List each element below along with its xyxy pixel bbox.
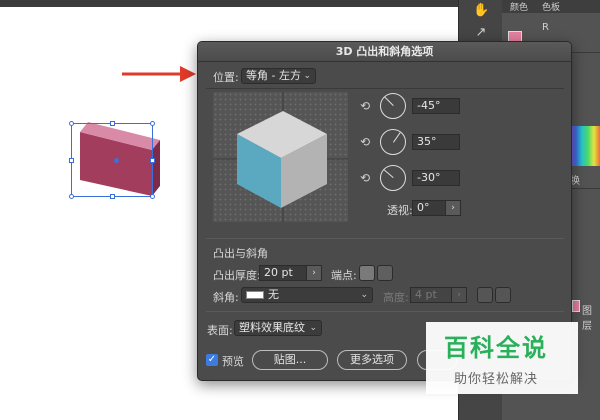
rotate-y-dial[interactable] <box>380 129 406 155</box>
cube-track-icon[interactable] <box>213 92 348 222</box>
resize-handle[interactable] <box>110 121 115 126</box>
dialog-title: 3D 凸出和斜角选项 <box>198 42 571 62</box>
rotate-z-field[interactable]: -30° <box>412 170 460 186</box>
resize-handle[interactable] <box>150 194 155 199</box>
surface-label: 表面: <box>207 324 233 337</box>
divider <box>206 238 564 239</box>
resize-handle[interactable] <box>110 194 115 199</box>
layer-color-swatch <box>572 300 580 312</box>
rotate-x-icon: ⟲ <box>359 99 371 113</box>
bevel-out-button[interactable] <box>477 287 493 303</box>
cap-on-button[interactable] <box>359 265 375 281</box>
bevel-in-button[interactable] <box>495 287 511 303</box>
resize-handle[interactable] <box>150 158 155 163</box>
color-panel-tabs: 颜色 色板 <box>502 0 600 13</box>
preview-label: 预览 <box>222 355 244 368</box>
chevron-down-icon: ⌄ <box>303 71 311 81</box>
rotate-y-icon: ⟲ <box>359 135 371 149</box>
tab-color[interactable]: 颜色 <box>510 0 528 13</box>
rotate-x-field[interactable]: -45° <box>412 98 460 114</box>
surface-dropdown[interactable]: 塑料效果底纹 ⌄ <box>234 320 322 336</box>
bevel-label: 斜角: <box>213 291 239 304</box>
dial-needle <box>393 132 401 143</box>
perspective-label: 透视: <box>387 204 413 217</box>
chevron-down-icon: ⌄ <box>360 290 368 300</box>
bevel-dropdown[interactable]: 无 ⌄ <box>241 287 373 303</box>
watermark-subtitle: 助你轻松解决 <box>454 372 539 387</box>
tab-swatches[interactable]: 色板 <box>542 0 560 13</box>
map-button[interactable]: 贴图... <box>252 350 328 370</box>
height-stepper[interactable]: › <box>451 287 467 303</box>
rotate-z-dial[interactable] <box>380 165 406 191</box>
resize-handle[interactable] <box>150 121 155 126</box>
divider <box>206 88 564 89</box>
perspective-field[interactable]: 0° <box>412 200 446 216</box>
resize-handle[interactable] <box>69 194 74 199</box>
extrude-section-title: 凸出与斜角 <box>213 247 268 260</box>
channel-r-label: R <box>542 22 549 33</box>
position-label: 位置: <box>213 71 239 84</box>
dial-needle <box>384 96 394 106</box>
bevel-swatch-icon <box>246 291 264 299</box>
perspective-stepper[interactable]: › <box>445 200 461 216</box>
cap-label: 端点: <box>331 269 357 282</box>
cap-off-button[interactable] <box>377 265 393 281</box>
rotate-y-field[interactable]: 35° <box>412 134 460 150</box>
red-arrow-icon <box>122 66 196 82</box>
extrude-depth-label: 凸出厚度: <box>213 269 261 282</box>
extrude-depth-stepper[interactable]: › <box>306 265 322 281</box>
divider <box>206 311 564 312</box>
position-value: 等角 - 左方 <box>246 69 301 82</box>
hand-tool-icon[interactable]: ✋ <box>473 4 489 18</box>
dial-needle <box>383 169 394 178</box>
surface-value: 塑料效果底纹 <box>239 321 305 334</box>
preview-checkbox[interactable]: ✓ <box>206 354 218 366</box>
bevel-value: 无 <box>268 288 279 301</box>
selection-bounding-box[interactable] <box>71 123 153 197</box>
panel-label-layers[interactable]: 图层 <box>582 302 600 332</box>
color-spectrum[interactable] <box>570 126 600 166</box>
watermark: 百科全说 助你轻松解决 <box>426 322 578 394</box>
height-label: 高度: <box>383 291 409 304</box>
center-point <box>114 158 119 163</box>
position-dropdown[interactable]: 等角 - 左方 ⌄ <box>241 68 316 84</box>
resize-handle[interactable] <box>69 158 74 163</box>
resize-handle[interactable] <box>69 121 74 126</box>
rotation-preview[interactable] <box>213 92 348 222</box>
watermark-title: 百科全说 <box>444 334 548 362</box>
extrude-depth-field[interactable]: 20 pt <box>259 265 307 281</box>
rotate-z-icon: ⟲ <box>359 171 371 185</box>
rotate-x-dial[interactable] <box>380 93 406 119</box>
height-field[interactable]: 4 pt <box>410 287 452 303</box>
more-options-button[interactable]: 更多选项 <box>337 350 407 370</box>
export-icon[interactable]: ↗ <box>473 26 489 40</box>
chevron-down-icon: ⌄ <box>309 323 317 333</box>
